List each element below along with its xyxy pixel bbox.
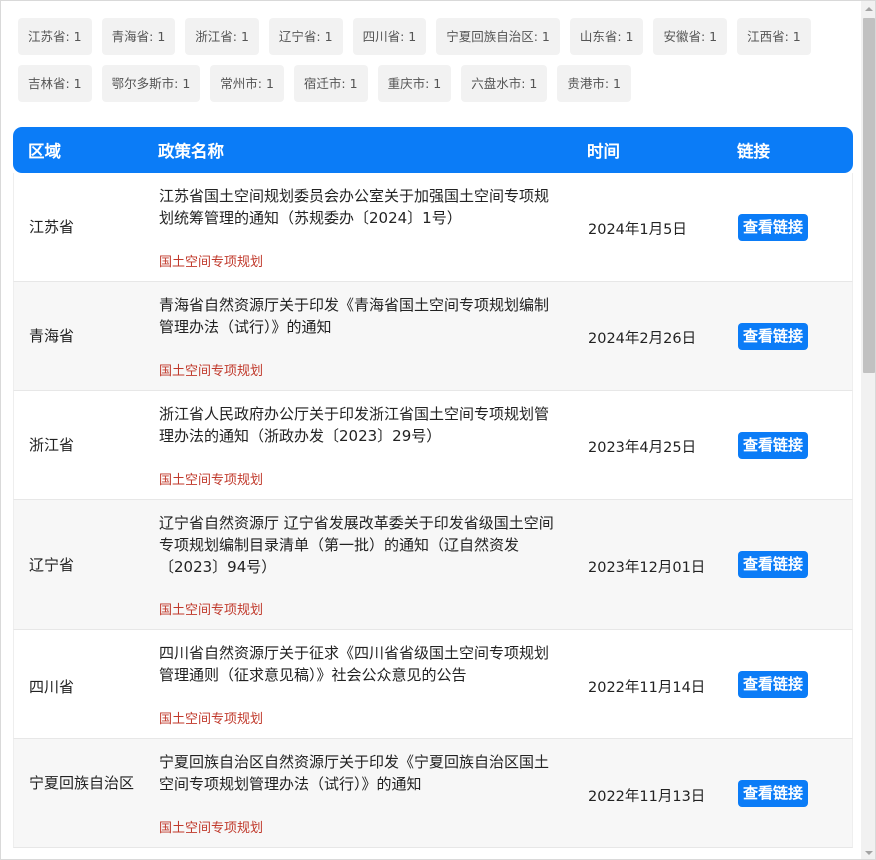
header-link: 链接 — [737, 142, 770, 161]
header-date: 时间 — [587, 142, 620, 161]
scroll-up-arrow-icon[interactable] — [861, 1, 876, 17]
view-link-button[interactable]: 查看链接 — [738, 671, 808, 698]
row-category: 国土空间专项规划 — [159, 821, 264, 836]
table-row: 辽宁省 辽宁省自然资源厅 辽宁省发展改革委关于印发省级国土空间专项规划编制目录清… — [13, 500, 853, 630]
table-row: 江苏省 江苏省国土空间规划委员会办公室关于加强国土空间专项规划统筹管理的通知（苏… — [13, 173, 853, 282]
row-category: 国土空间专项规划 — [159, 255, 264, 270]
view-link-button[interactable]: 查看链接 — [738, 432, 808, 459]
view-link-button[interactable]: 查看链接 — [738, 551, 808, 578]
row-date: 2022年11月14日 — [588, 680, 706, 696]
region-filter-tags: 江苏省: 1 青海省: 1 浙江省: 1 辽宁省: 1 四川省: 1 宁夏回族自… — [18, 18, 848, 102]
table-row: 青海省 青海省自然资源厅关于印发《青海省国土空间专项规划编制管理办法（试行）》的… — [13, 282, 853, 391]
row-title: 辽宁省自然资源厅 辽宁省发展改革委关于印发省级国土空间专项规划编制目录清单（第一… — [159, 514, 554, 576]
region-tag[interactable]: 吉林省: 1 — [18, 65, 92, 102]
scrollbar-thumb[interactable] — [863, 18, 875, 373]
row-date: 2024年2月26日 — [588, 331, 697, 347]
row-date: 2023年12月01日 — [588, 560, 706, 576]
region-tag[interactable]: 浙江省: 1 — [185, 18, 259, 55]
view-link-button[interactable]: 查看链接 — [738, 780, 808, 807]
row-category: 国土空间专项规划 — [159, 603, 264, 618]
row-title: 浙江省人民政府办公厅关于印发浙江省国土空间专项规划管理办法的通知（浙政办发〔20… — [159, 405, 550, 445]
table-row: 四川省 四川省自然资源厅关于征求《四川省省级国土空间专项规划管理通则（征求意见稿… — [13, 630, 853, 739]
row-region: 四川省 — [29, 678, 75, 696]
row-title: 青海省自然资源厅关于印发《青海省国土空间专项规划编制管理办法（试行）》的通知 — [159, 296, 550, 336]
row-category: 国土空间专项规划 — [159, 473, 264, 488]
row-title: 四川省自然资源厅关于征求《四川省省级国土空间专项规划管理通则（征求意见稿）》社会… — [159, 644, 550, 684]
table-header: 区域 政策名称 时间 链接 — [13, 127, 853, 173]
row-date: 2022年11月13日 — [588, 789, 706, 805]
vertical-scrollbar[interactable] — [861, 1, 876, 860]
row-date: 2024年1月5日 — [588, 222, 687, 238]
table-row: 宁夏回族自治区 宁夏回族自治区自然资源厅关于印发《宁夏回族自治区国土空间专项规划… — [13, 739, 853, 848]
policy-table: 区域 政策名称 时间 链接 江苏省 江苏省国土空间规划委员会办公室关于加强国土空… — [13, 127, 853, 848]
scroll-down-arrow-icon[interactable] — [861, 845, 876, 860]
header-region: 区域 — [28, 142, 61, 161]
region-tag[interactable]: 常州市: 1 — [210, 65, 284, 102]
view-link-button[interactable]: 查看链接 — [738, 214, 808, 241]
page-frame: 江苏省: 1 青海省: 1 浙江省: 1 辽宁省: 1 四川省: 1 宁夏回族自… — [0, 0, 876, 860]
row-region: 浙江省 — [29, 436, 75, 454]
view-link-button[interactable]: 查看链接 — [738, 323, 808, 350]
region-tag[interactable]: 鄂尔多斯市: 1 — [101, 65, 201, 102]
region-tag[interactable]: 六盘水市: 1 — [461, 65, 548, 102]
row-region: 青海省 — [29, 327, 75, 345]
region-tag[interactable]: 青海省: 1 — [101, 18, 176, 55]
row-category: 国土空间专项规划 — [159, 712, 264, 727]
region-tag[interactable]: 江苏省: 1 — [18, 18, 92, 55]
region-tag[interactable]: 山东省: 1 — [569, 18, 644, 55]
row-date: 2023年4月25日 — [588, 440, 697, 456]
row-region: 江苏省 — [29, 218, 75, 236]
region-tag[interactable]: 辽宁省: 1 — [268, 18, 343, 55]
table-row: 浙江省 浙江省人民政府办公厅关于印发浙江省国土空间专项规划管理办法的通知（浙政办… — [13, 391, 853, 500]
row-region: 宁夏回族自治区 — [29, 774, 135, 792]
region-tag[interactable]: 重庆市: 1 — [377, 65, 452, 102]
header-title: 政策名称 — [158, 142, 224, 161]
row-title: 宁夏回族自治区自然资源厅关于印发《宁夏回族自治区国土空间专项规划管理办法（试行）… — [159, 753, 550, 793]
page-content: 江苏省: 1 青海省: 1 浙江省: 1 辽宁省: 1 四川省: 1 宁夏回族自… — [2, 2, 861, 859]
region-tag[interactable]: 宿迁市: 1 — [293, 65, 368, 102]
region-tag[interactable]: 安徽省: 1 — [653, 18, 728, 55]
row-region: 辽宁省 — [29, 556, 75, 574]
region-tag[interactable]: 四川省: 1 — [352, 18, 427, 55]
row-title: 江苏省国土空间规划委员会办公室关于加强国土空间专项规划统筹管理的通知（苏规委办〔… — [159, 187, 550, 227]
region-tag[interactable]: 宁夏回族自治区: 1 — [436, 18, 560, 55]
region-tag[interactable]: 江西省: 1 — [737, 18, 811, 55]
region-tag[interactable]: 贵港市: 1 — [557, 65, 631, 102]
row-category: 国土空间专项规划 — [159, 364, 264, 379]
